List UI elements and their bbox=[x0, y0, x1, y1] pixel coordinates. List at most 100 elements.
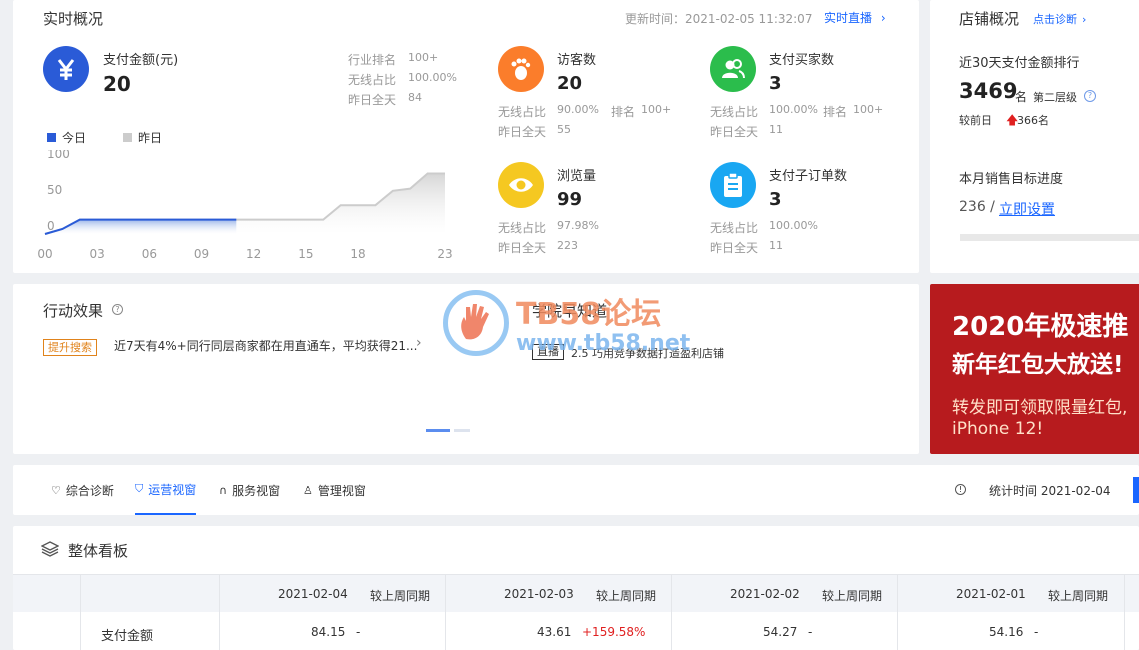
watermark-url: www.tb58.net bbox=[516, 331, 691, 356]
compare-value: 366名 bbox=[1017, 114, 1049, 127]
stat-value: 3 bbox=[769, 189, 782, 210]
stat-v3: 11 bbox=[769, 123, 783, 136]
compare-header: 较上周同期 bbox=[822, 589, 883, 603]
legend-yesterday-swatch bbox=[123, 133, 132, 142]
layers-icon bbox=[40, 541, 60, 561]
shop-title: 店铺概况 bbox=[959, 10, 1020, 28]
wireless-value: 100.00% bbox=[408, 71, 457, 84]
stat-label: 支付买家数 bbox=[769, 53, 835, 68]
legend-yesterday-label: 昨日 bbox=[138, 131, 163, 145]
table-col-divider bbox=[671, 574, 672, 650]
stat-v2: 100+ bbox=[853, 103, 884, 116]
table-col-divider bbox=[897, 574, 898, 650]
stat-l2: 排名 bbox=[611, 105, 636, 119]
cell-change: +159.58% bbox=[582, 625, 646, 639]
stat-l3: 昨日全天 bbox=[498, 125, 547, 139]
stat-l3: 昨日全天 bbox=[710, 125, 759, 139]
yuan-icon bbox=[43, 46, 89, 92]
legend-yesterday[interactable]: 昨日 bbox=[123, 129, 162, 146]
promo-banner[interactable]: 2020年极速推 新年红包大放送! 转发即可领取限量红包, iPhone 12! bbox=[930, 284, 1139, 454]
date-header: 2021-02-01 bbox=[956, 587, 1026, 601]
stat-v3: 11 bbox=[769, 239, 783, 252]
watermark-title: TB58论坛 bbox=[516, 297, 662, 332]
tab-label: 服务视窗 bbox=[232, 483, 281, 498]
y-tick-label: 100 bbox=[47, 150, 70, 161]
target-title: 本月销售目标进度 bbox=[959, 172, 1064, 187]
cell-change: - bbox=[356, 625, 361, 639]
bulb-icon: ♡ bbox=[51, 483, 61, 497]
search-tag: 提升搜索 bbox=[43, 339, 97, 356]
tab-4[interactable]: ♙ 管理视窗 bbox=[303, 465, 366, 515]
yesterday-value: 84 bbox=[408, 91, 422, 104]
live-link-label[interactable]: 实时直播 bbox=[824, 11, 872, 25]
pager-dot[interactable] bbox=[454, 429, 470, 432]
x-tick-label: 09 bbox=[194, 247, 209, 261]
x-tick-label: 23 bbox=[437, 247, 452, 261]
tab-2[interactable]: ⛉ 运营视窗 bbox=[135, 465, 197, 515]
stat-label: 浏览量 bbox=[557, 169, 597, 184]
legend-today[interactable]: 今日 bbox=[47, 129, 86, 146]
realtime-title: 实时概况 bbox=[43, 10, 104, 28]
legend-today-swatch bbox=[47, 133, 56, 142]
stat-l1: 无线占比 bbox=[498, 221, 547, 235]
stat-label: 访客数 bbox=[557, 53, 597, 68]
diag-link[interactable]: 点击诊断 › bbox=[1033, 11, 1086, 27]
x-tick-label: 00 bbox=[37, 247, 52, 261]
banner-line3: 转发即可领取限量红包, bbox=[952, 398, 1128, 418]
table-col-divider bbox=[445, 574, 446, 650]
date-header: 2021-02-03 bbox=[504, 587, 574, 601]
rank-title: 近30天支付金额排行 bbox=[959, 56, 1080, 71]
y-tick-label: 50 bbox=[47, 183, 62, 197]
chevron-right-icon[interactable]: › bbox=[416, 335, 422, 351]
cell-value: 54.27 bbox=[763, 625, 798, 639]
stat-value: 99 bbox=[557, 189, 583, 210]
rank-value: 100+ bbox=[408, 51, 439, 64]
x-tick-label: 18 bbox=[350, 247, 365, 261]
board-title: 整体看板 bbox=[68, 542, 129, 560]
shop-card: 店铺概况 点击诊断 › 近30天支付金额排行 3469 名 第二层级 ? 较前日 … bbox=[930, 0, 1139, 273]
diag-link-label[interactable]: 点击诊断 bbox=[1033, 13, 1077, 26]
chevron-right-icon: › bbox=[1082, 13, 1087, 26]
x-tick-label: 06 bbox=[142, 247, 157, 261]
rank-unit: 名 bbox=[1015, 90, 1028, 104]
stat-label: 支付子订单数 bbox=[769, 169, 848, 184]
right-edge-button[interactable] bbox=[1133, 477, 1139, 503]
stat-v1: 100.00% bbox=[769, 103, 818, 116]
wireless-label: 无线占比 bbox=[348, 73, 397, 87]
table-col-divider bbox=[219, 574, 220, 650]
stat-v2: 100+ bbox=[641, 103, 672, 116]
y-tick-label: 0 bbox=[47, 219, 55, 233]
cell-change: - bbox=[1034, 625, 1039, 639]
headset-icon: ∩ bbox=[219, 483, 228, 497]
help-icon[interactable]: ? bbox=[1084, 90, 1096, 102]
banner-line1: 2020年极速推 bbox=[952, 312, 1129, 342]
stat-v3: 223 bbox=[557, 239, 578, 252]
set-target-link[interactable]: 立即设置 bbox=[999, 199, 1055, 219]
stat-time: 统计时间 2021-02-04 bbox=[989, 484, 1111, 498]
action-text[interactable]: 近7天有4%+同行同层商家都在用直通车，平均获得21... bbox=[114, 337, 417, 354]
banner-line4: iPhone 12! bbox=[952, 419, 1044, 439]
shop-rank-value: 3469 bbox=[959, 79, 1018, 103]
chevron-right-icon: › bbox=[880, 11, 886, 25]
table-col-divider bbox=[80, 574, 81, 650]
tab-3[interactable]: ∩ 服务视窗 bbox=[219, 465, 280, 515]
stat-l1: 无线占比 bbox=[710, 105, 759, 119]
help-icon[interactable]: ? bbox=[112, 304, 123, 315]
users-icon bbox=[710, 46, 756, 92]
yesterday-label: 昨日全天 bbox=[348, 93, 397, 107]
level-label: 第二层级 bbox=[1033, 91, 1077, 104]
x-tick-label: 12 bbox=[246, 247, 261, 261]
x-tick-label: 03 bbox=[90, 247, 105, 261]
stat-l2: 排名 bbox=[823, 105, 848, 119]
info-icon[interactable]: ! bbox=[955, 484, 966, 495]
stat-l1: 无线占比 bbox=[710, 221, 759, 235]
pager-dot-active[interactable] bbox=[426, 429, 450, 432]
pay-amount-label: 支付金额(元) bbox=[103, 53, 179, 68]
live-link[interactable]: 实时直播 › bbox=[824, 9, 886, 26]
stat-v1: 90.00% bbox=[557, 103, 599, 116]
stat-v1: 97.98% bbox=[557, 219, 599, 232]
tab-1[interactable]: ♡ 综合诊断 bbox=[51, 465, 114, 515]
stat-v1: 100.00% bbox=[769, 219, 818, 232]
tab-label: 运营视窗 bbox=[148, 482, 197, 497]
tabs-bar: ♡ 综合诊断 ⛉ 运营视窗 ∩ 服务视窗 ♙ 管理视窗 ! 统计时间 2021-02-04 bbox=[13, 465, 1139, 515]
